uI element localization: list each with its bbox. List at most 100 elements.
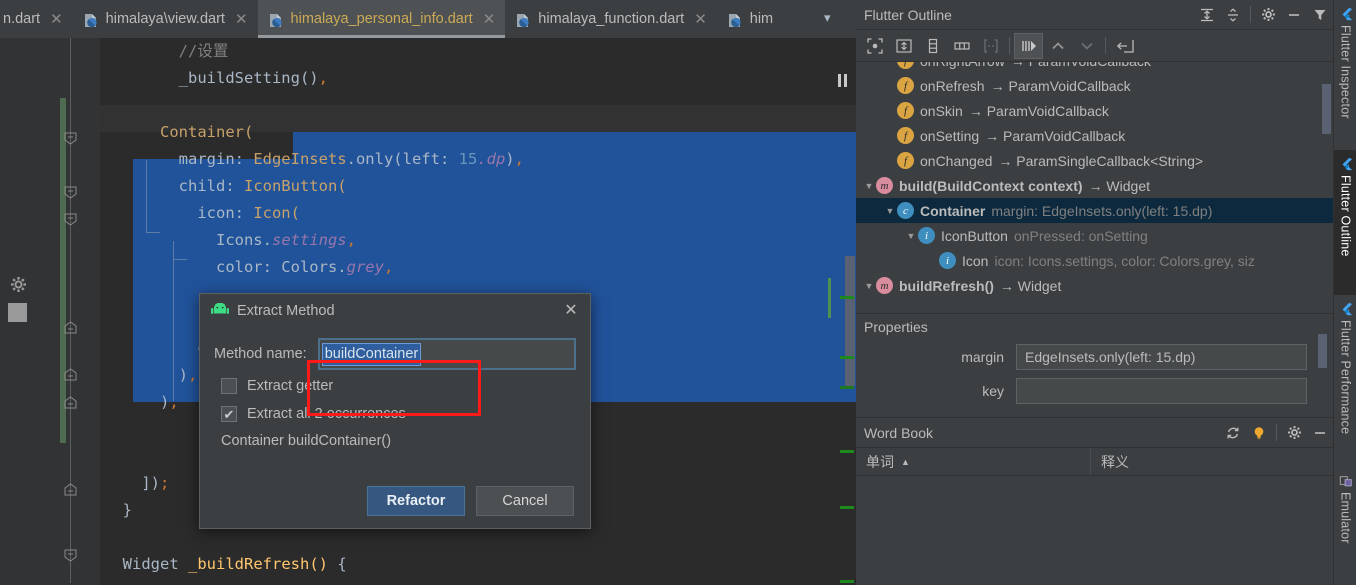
code-line[interactable]: //设置	[100, 38, 856, 65]
tool-window-tab-2[interactable]: Flutter Performance	[1334, 295, 1356, 467]
code-line[interactable]: Icons.settings,	[100, 227, 856, 254]
extract-all-occurrences-checkbox[interactable]	[221, 406, 237, 422]
code-line[interactable]: icon: Icon(	[100, 200, 856, 227]
tree-vertical-scrollbar[interactable]	[1322, 84, 1331, 134]
extract-getter-row[interactable]: Extract getter	[221, 372, 576, 400]
outline-tree-row[interactable]: ▼ i IconButton onPressed: onSetting	[856, 223, 1333, 248]
change-marker[interactable]	[840, 450, 854, 453]
editor-tab-1[interactable]: himalaya\view.dart ✕	[73, 0, 258, 38]
editor-tab-2[interactable]: himalaya_personal_info.dart ✕	[257, 0, 506, 38]
fold-collapse-icon[interactable]	[63, 131, 78, 146]
gear-icon[interactable]	[10, 276, 27, 298]
move-down-icon[interactable]	[1072, 33, 1101, 59]
gear-icon[interactable]	[1255, 2, 1281, 28]
collapse-all-icon[interactable]	[1220, 2, 1246, 28]
tool-window-tab-3[interactable]: Emulator	[1334, 467, 1356, 585]
method-name-value[interactable]: buildContainer	[321, 342, 422, 366]
tree-expand-arrow[interactable]: ▼	[862, 181, 876, 191]
outline-tree-row[interactable]: i Icon icon: Icons.settings, color: Colors…	[856, 248, 1333, 273]
property-row: key	[856, 374, 1333, 408]
editor-tab-0[interactable]: n.dart ✕	[0, 0, 73, 38]
word-book-column-header[interactable]: 单词 ▲	[856, 448, 1091, 475]
editor-gutter[interactable]	[60, 38, 100, 585]
gear-icon[interactable]	[1281, 420, 1307, 446]
code-line[interactable]	[100, 92, 856, 119]
change-marker[interactable]	[840, 356, 854, 359]
property-value-input[interactable]: EdgeInsets.only(left: 15.dp)	[1016, 344, 1307, 370]
editor-tab-4[interactable]: him	[717, 0, 783, 38]
outline-tree-row[interactable]: ▼ m buildRefresh() → Widget	[856, 273, 1333, 298]
refactor-button[interactable]: Refactor	[367, 486, 465, 516]
change-marker[interactable]	[840, 506, 854, 509]
code-line[interactable]: margin: EdgeInsets.only(left: 15.dp),	[100, 146, 856, 173]
column-icon[interactable]	[918, 33, 947, 59]
change-marker[interactable]	[840, 296, 854, 299]
fold-expand-icon[interactable]	[63, 482, 78, 497]
code-line[interactable]: Widget _buildRefresh() {	[100, 551, 856, 578]
fold-expand-icon[interactable]	[63, 367, 78, 382]
outline-tree-row[interactable]: ▼ m build(BuildContext context) → Widget	[856, 173, 1333, 198]
move-up-icon[interactable]	[1043, 33, 1072, 59]
editor-tab-3[interactable]: himalaya_function.dart ✕	[505, 0, 716, 38]
tree-node-kind-badge-f: f	[897, 127, 914, 144]
code-token: .only(left:	[346, 150, 459, 168]
extract-getter-checkbox[interactable]	[221, 378, 237, 394]
chevron-down-icon[interactable]: ▾	[818, 10, 837, 26]
code-line[interactable]: child: IconButton(	[100, 173, 856, 200]
code-line[interactable]: color: Colors.grey,	[100, 254, 856, 281]
tree-node-kind-badge-f: f	[897, 102, 914, 119]
padding-icon[interactable]	[976, 33, 1005, 59]
tool-window-tab-1[interactable]: Flutter Outline	[1334, 150, 1356, 295]
extract-all-occurrences-row[interactable]: Extract all 2 occurrences	[221, 400, 576, 428]
outline-tree-row[interactable]: f onChanged → ParamSingleCallback<String>	[856, 148, 1333, 173]
minimize-icon[interactable]	[1281, 2, 1307, 28]
minimize-icon[interactable]	[1307, 420, 1333, 446]
property-value-input[interactable]	[1016, 378, 1307, 404]
word-book-column-header[interactable]: 释义	[1091, 448, 1333, 475]
fold-expand-icon[interactable]	[63, 395, 78, 410]
inline-widget-indicator[interactable]	[8, 303, 27, 322]
editor-vertical-scrollbar[interactable]	[845, 256, 855, 386]
row-icon[interactable]	[947, 33, 976, 59]
fold-collapse-icon[interactable]	[63, 548, 78, 563]
fold-collapse-icon[interactable]	[63, 212, 78, 227]
properties-scrollbar[interactable]	[1318, 334, 1327, 368]
code-line[interactable]: Container(	[100, 119, 856, 146]
animation-icon[interactable]	[1014, 32, 1043, 59]
close-icon[interactable]: ✕	[483, 12, 496, 27]
tree-expand-arrow[interactable]: ▼	[883, 206, 897, 216]
fold-expand-icon[interactable]	[63, 320, 78, 335]
sort-ascending-icon[interactable]: ▲	[901, 457, 910, 467]
lightbulb-icon[interactable]	[1246, 420, 1272, 446]
flutter-outline-tree[interactable]: f onRightArrow → ParamVoidCallback f onRefre…	[856, 62, 1333, 313]
tool-window-tab-0[interactable]: Flutter Inspector	[1334, 0, 1356, 150]
outline-tree-row[interactable]: f onSetting → ParamVoidCallback	[856, 123, 1333, 148]
extract-widget-icon[interactable]	[1110, 33, 1139, 59]
center-widget-icon[interactable]	[860, 33, 889, 59]
tree-expand-arrow[interactable]: ▼	[904, 231, 918, 241]
code-token: icon:	[104, 204, 254, 222]
fold-collapse-icon[interactable]	[63, 185, 78, 200]
expand-all-icon[interactable]	[1194, 2, 1220, 28]
outline-tree-row[interactable]: f onRightArrow → ParamVoidCallback	[856, 62, 1333, 73]
cancel-button[interactable]: Cancel	[476, 486, 574, 516]
expand-widget-icon[interactable]	[889, 33, 918, 59]
outline-tree-row[interactable]: f onSkin → ParamVoidCallback	[856, 98, 1333, 123]
tree-expand-arrow[interactable]: ▼	[862, 281, 876, 291]
code-line[interactable]: _buildSetting(),	[100, 65, 856, 92]
method-name-input[interactable]: buildContainer	[317, 338, 576, 370]
filter-icon[interactable]	[1307, 2, 1333, 28]
close-icon[interactable]: ✕	[562, 303, 580, 319]
close-icon[interactable]: ✕	[50, 12, 63, 27]
outline-tree-row[interactable]: f onRefresh → ParamVoidCallback	[856, 73, 1333, 98]
close-icon[interactable]: ✕	[235, 12, 248, 27]
vcs-change-marker[interactable]	[60, 98, 66, 443]
outline-tree-row[interactable]: ▼ c Container margin: EdgeInsets.only(left:…	[856, 198, 1333, 223]
change-marker[interactable]	[840, 580, 854, 583]
extract-method-dialog[interactable]: Extract Method ✕ Method name: buildConta…	[199, 293, 591, 529]
pause-icon[interactable]	[838, 74, 850, 87]
change-marker[interactable]	[840, 386, 854, 389]
refresh-icon[interactable]	[1220, 420, 1246, 446]
editor-marker-strip[interactable]	[828, 38, 856, 585]
close-icon[interactable]: ✕	[694, 12, 707, 27]
